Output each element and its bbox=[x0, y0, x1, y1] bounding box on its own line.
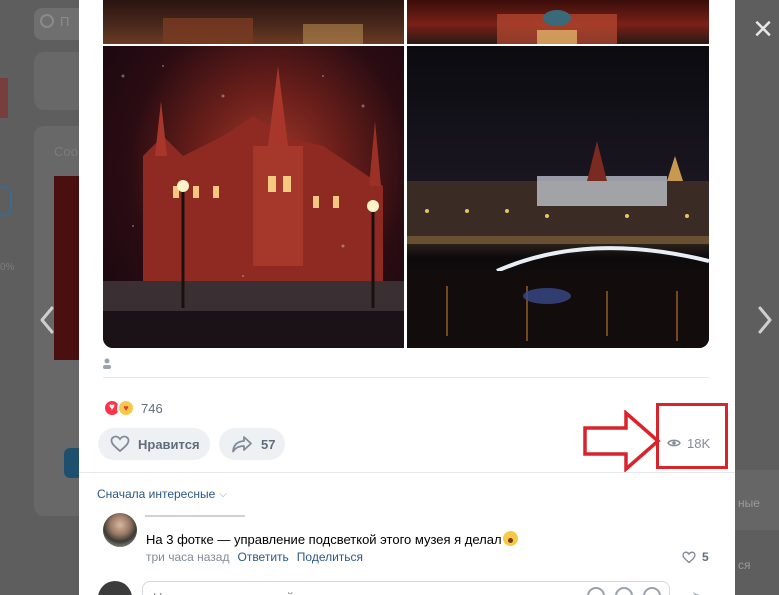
bg-edge-graphic bbox=[0, 186, 12, 216]
comment-author-name[interactable] bbox=[145, 512, 265, 520]
bg-right-text: ся bbox=[738, 558, 751, 572]
comments-sort-dropdown[interactable]: Сначала интересные ⌵ bbox=[97, 487, 227, 501]
comment-meta: три часа назад Ответить Поделиться bbox=[146, 550, 363, 564]
like-button-label: Нравится bbox=[138, 436, 200, 452]
bg-right-text: ные bbox=[738, 496, 760, 510]
current-user-avatar bbox=[98, 581, 132, 595]
post-photo-kremlin[interactable] bbox=[407, 46, 709, 348]
comment-text-body: На 3 фотке — управление подсветкой этого… bbox=[146, 532, 502, 547]
post-photo-1[interactable] bbox=[103, 0, 404, 44]
bg-card-title: Соо bbox=[54, 144, 78, 159]
send-icon[interactable]: ➤ bbox=[691, 587, 707, 595]
share-arrow-icon bbox=[232, 436, 252, 453]
post-photo-museum[interactable] bbox=[103, 46, 404, 348]
comment-like-count: 5 bbox=[702, 550, 709, 564]
heart-outline-icon bbox=[682, 551, 696, 563]
chevron-down-icon: ⌵ bbox=[219, 488, 227, 500]
share-count: 57 bbox=[261, 436, 276, 452]
camera-icon[interactable] bbox=[615, 587, 633, 595]
bg-search-text: П bbox=[60, 14, 70, 29]
annotation-arrow-icon bbox=[583, 410, 661, 472]
post-photo-2[interactable] bbox=[407, 0, 709, 44]
close-viewer-button[interactable]: × bbox=[748, 12, 778, 46]
comment-share-link[interactable]: Поделиться bbox=[297, 550, 363, 564]
divider bbox=[79, 472, 735, 473]
comment-input-row: Написать комментарий... ➤ bbox=[79, 573, 735, 595]
heart-eyes-reaction-icon: ♥ bbox=[117, 399, 135, 417]
comment-input-tools bbox=[587, 587, 661, 595]
person-icon bbox=[101, 356, 113, 369]
comment-text: На 3 фотке — управление подсветкой этого… bbox=[146, 531, 518, 547]
comment-timestamp: три часа назад bbox=[146, 550, 230, 564]
comment-like-button[interactable]: 5 bbox=[682, 550, 709, 564]
bg-search-icon bbox=[40, 14, 54, 28]
post-modal: ♥ ♥ 746 Нравится 57 18K Сначала интересн… bbox=[79, 0, 735, 595]
divider bbox=[103, 377, 709, 378]
heart-outline-icon bbox=[110, 435, 130, 453]
share-button[interactable]: 57 bbox=[219, 428, 285, 460]
annotation-highlight-box bbox=[656, 403, 728, 469]
comments-sort-label: Сначала интересные bbox=[97, 487, 216, 501]
reaction-count: 746 bbox=[141, 400, 163, 416]
attach-icon[interactable] bbox=[587, 587, 605, 595]
bg-percent-text: 0% bbox=[0, 262, 15, 273]
reactions-summary[interactable]: ♥ ♥ 746 bbox=[103, 398, 163, 418]
astonished-emoji-icon bbox=[502, 531, 518, 546]
comment-author-avatar[interactable] bbox=[103, 513, 137, 547]
chevron-left-icon bbox=[40, 306, 54, 334]
next-post-button[interactable] bbox=[750, 300, 778, 340]
chevron-right-icon bbox=[758, 306, 772, 334]
comment-reply-link[interactable]: Ответить bbox=[237, 550, 288, 564]
emoji-icon[interactable] bbox=[643, 587, 661, 595]
like-button[interactable]: Нравится bbox=[98, 428, 210, 460]
bg-edge-graphic bbox=[0, 78, 8, 118]
previous-post-button[interactable] bbox=[34, 300, 62, 340]
